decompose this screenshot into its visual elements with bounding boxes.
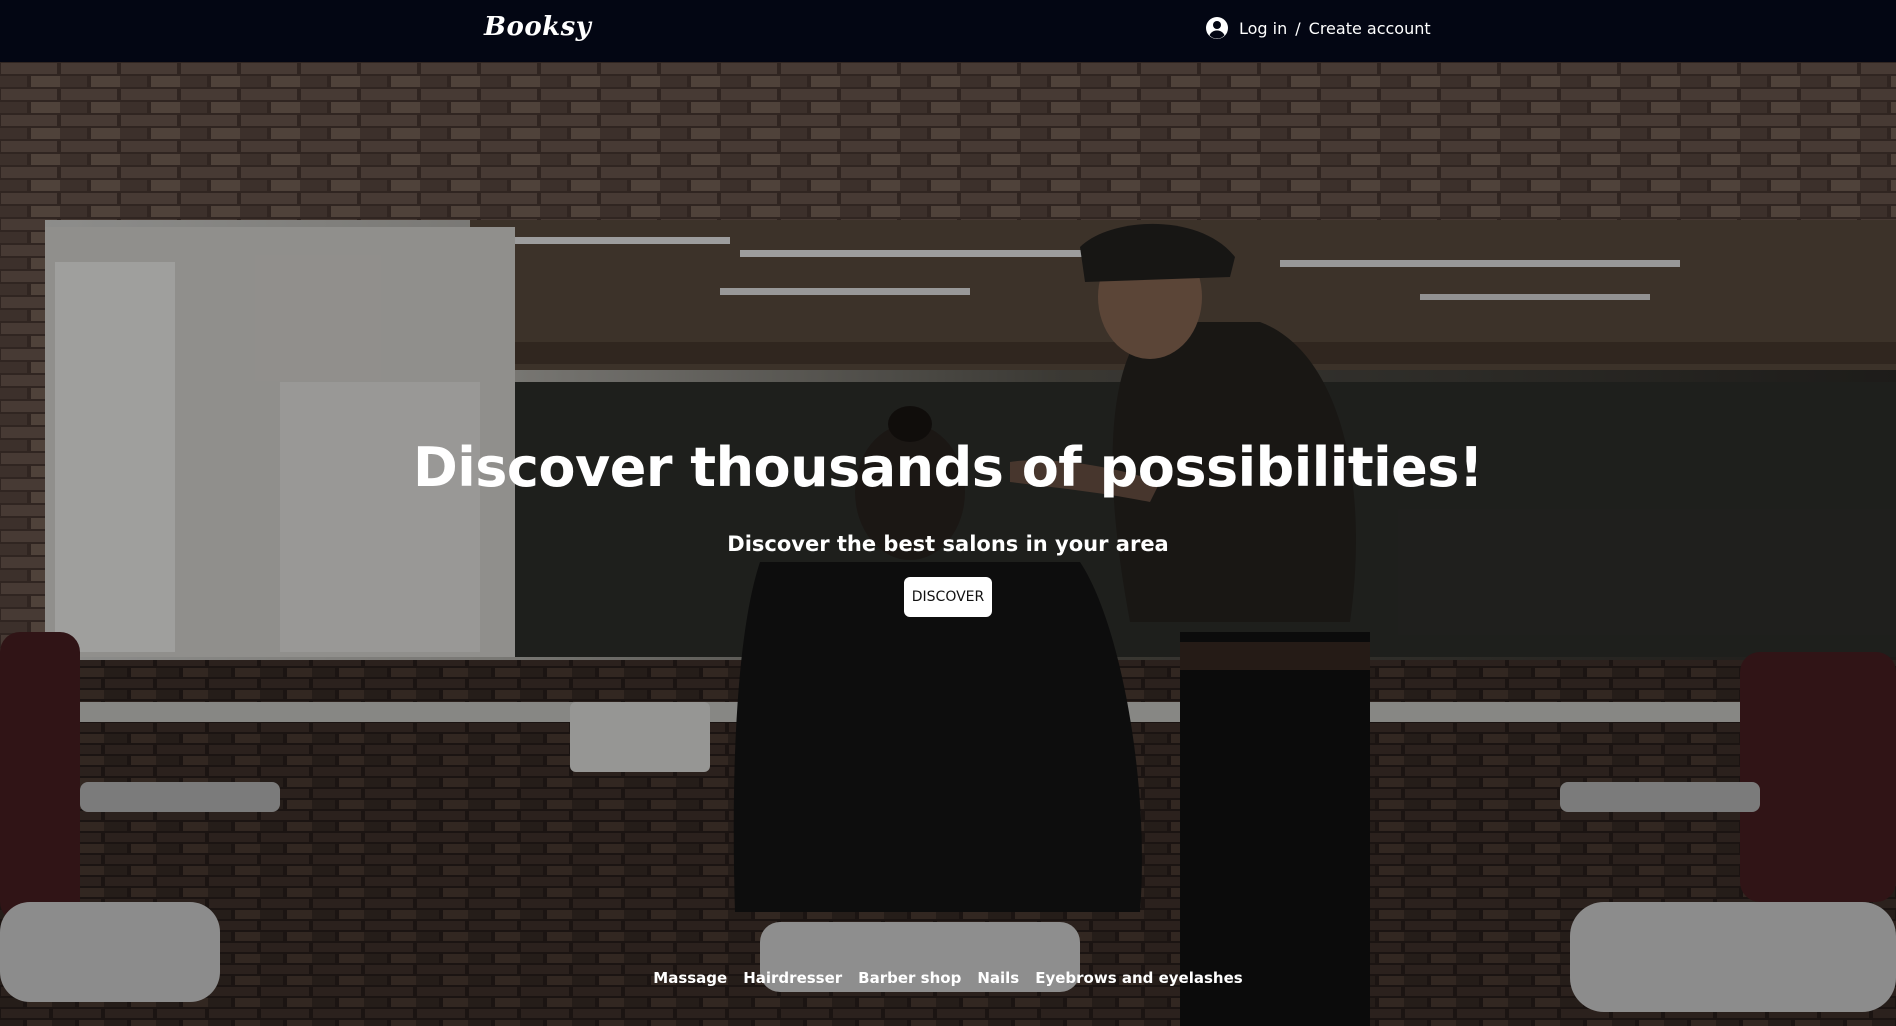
top-navbar: Booksy Log in / Create account [0, 0, 1896, 62]
account-circle-icon[interactable] [1205, 16, 1229, 40]
login-separator: / [1295, 18, 1301, 38]
hero-title: Discover thousands of possibilities! [412, 436, 1484, 499]
category-hairdresser[interactable]: Hairdresser [743, 969, 842, 987]
category-barber-shop[interactable]: Barber shop [858, 969, 961, 987]
login-link[interactable]: Log in [1239, 19, 1287, 38]
category-nails[interactable]: Nails [977, 969, 1019, 987]
hero-section: Discover thousands of possibilities! Dis… [0, 62, 1896, 1026]
account-links: Log in / Create account [1205, 16, 1431, 40]
create-account-link[interactable]: Create account [1309, 19, 1431, 38]
category-massage[interactable]: Massage [653, 969, 727, 987]
booksy-logo[interactable]: Booksy [484, 12, 591, 42]
category-links: Massage Hairdresser Barber shop Nails Ey… [0, 969, 1896, 987]
category-eyebrows-and-eyelashes[interactable]: Eyebrows and eyelashes [1035, 969, 1243, 987]
hero-subtitle: Discover the best salons in your area [727, 532, 1169, 556]
discover-button[interactable]: DISCOVER [904, 577, 992, 617]
